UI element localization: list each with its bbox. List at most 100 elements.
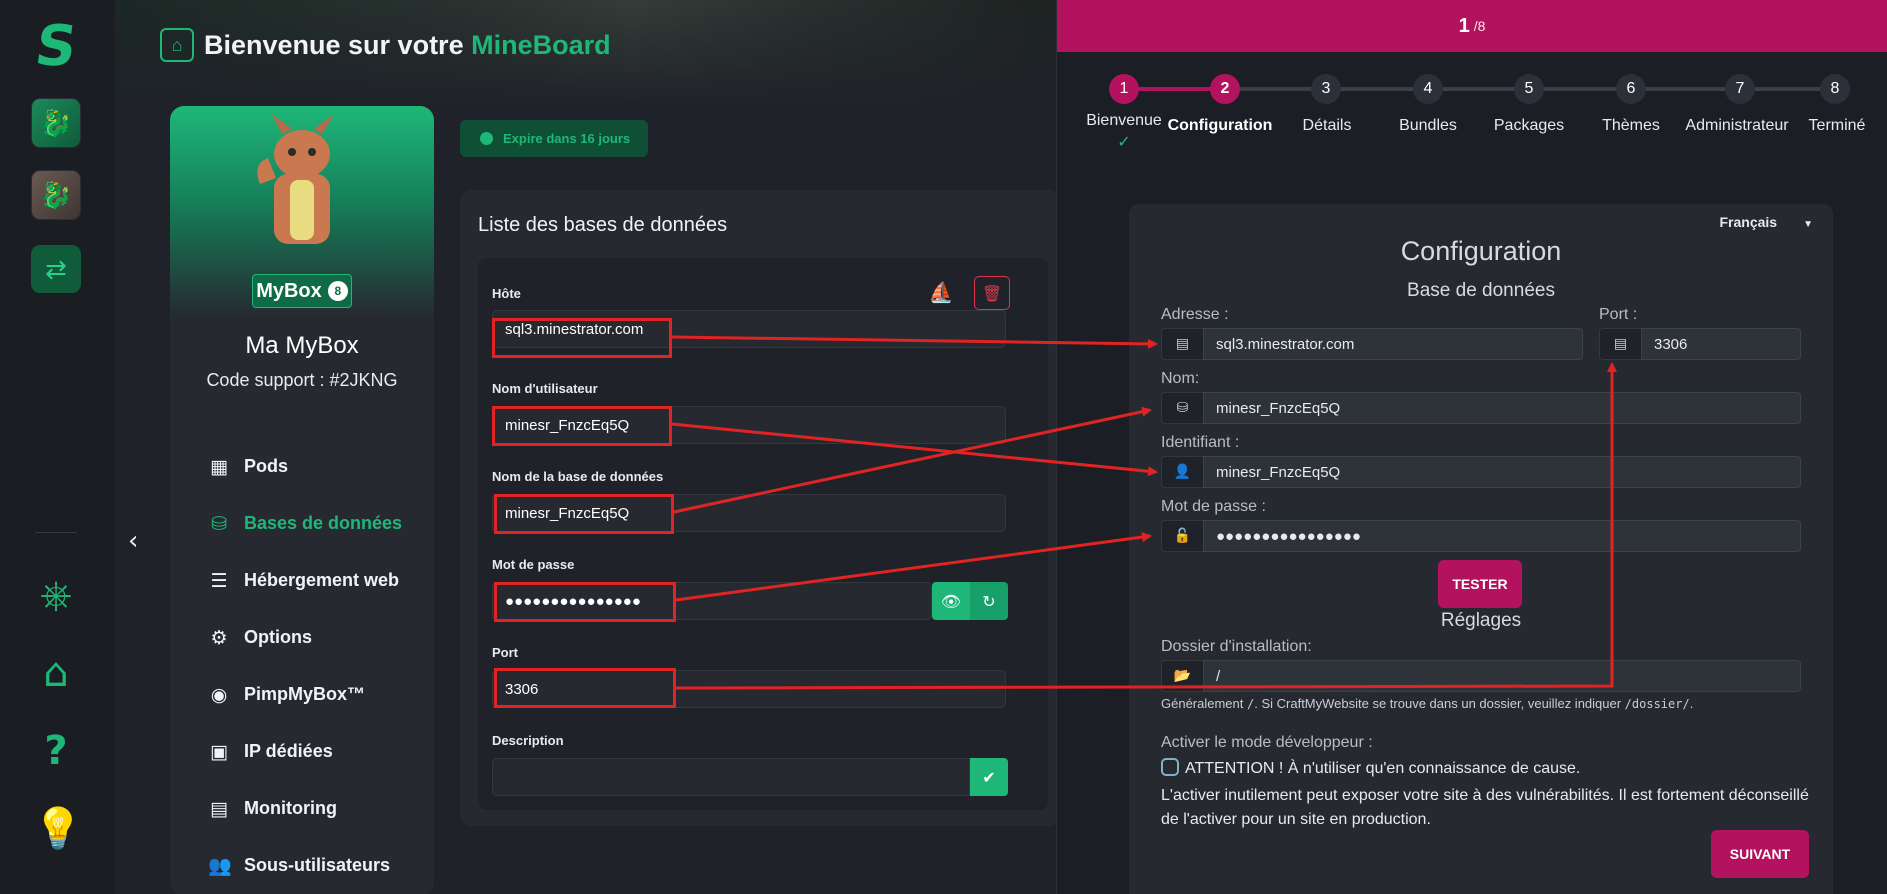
password-input[interactable]: ●●●●●●●●●●●●●●●●	[1203, 520, 1801, 552]
server-icon: ▤	[1599, 328, 1641, 360]
install-dir-value: /	[1216, 667, 1221, 685]
rail-divider	[35, 532, 77, 533]
host-label: Hôte	[492, 286, 521, 301]
password-value: ●●●●●●●●●●●●●●●●	[1216, 527, 1361, 545]
dev-mode-label: Activer le mode développeur :	[1161, 734, 1373, 751]
help-icon[interactable]: ?	[33, 728, 79, 774]
step-3[interactable]: 3	[1311, 74, 1341, 104]
step-7[interactable]: 7	[1725, 74, 1755, 104]
page-title: ⌂ Bienvenue sur votre MineBoard	[160, 28, 611, 62]
shop-icon[interactable]: ⌂	[33, 650, 79, 696]
language-value: Français	[1719, 214, 1778, 230]
mineboard-app: S 🐉 🐉 ⇄ ⎈ ⌂ ? 💡 ‹ ⌂ Bienvenue sur votre …	[0, 0, 1056, 894]
hint-text: .	[1689, 696, 1694, 711]
password-label: Mot de passe	[492, 557, 575, 572]
profile-card: MyBox 8 Ma MyBox Code support : #2JKNG ▦…	[170, 106, 434, 894]
address-input[interactable]: sql3.minestrator.com	[1203, 328, 1583, 360]
menu-item-pods[interactable]: ▦ Pods	[208, 438, 402, 495]
step-label-welcome: Bienvenue	[1086, 112, 1162, 129]
test-button[interactable]: TESTER	[1438, 560, 1522, 608]
show-password-eye-icon[interactable]: 👁	[932, 582, 970, 620]
port-value: 3306	[1654, 335, 1688, 353]
support-code: Code support : #2JKNG	[206, 370, 398, 390]
icon-rail: S 🐉 🐉 ⇄ ⎈ ⌂ ? 💡	[0, 0, 115, 894]
install-dir-input-group: 📂 /	[1161, 660, 1801, 692]
port-label: Port	[492, 645, 518, 660]
install-dir-input[interactable]: /	[1203, 660, 1801, 692]
install-wizard: 1 /8 1 2 3 4 5 6 7 8 Bienvenue ✓ Configu…	[1056, 0, 1887, 894]
step-5[interactable]: 5	[1514, 74, 1544, 104]
dbname-label: Nom de la base de données	[492, 469, 664, 484]
name-label: Nom:	[1161, 370, 1200, 387]
phpmyadmin-icon[interactable]: ⛵	[916, 280, 966, 308]
trash-icon[interactable]: 🗑	[974, 276, 1010, 310]
menu-label: Pods	[244, 456, 289, 476]
box-name: Ma MyBox	[245, 332, 359, 359]
step-2[interactable]: 2	[1210, 74, 1240, 104]
step-8[interactable]: 8	[1820, 74, 1850, 104]
progress-total: /8	[1473, 18, 1486, 34]
login-input[interactable]: minesr_FnzcEq5Q	[1203, 456, 1801, 488]
menu-label: PimpMyBox™	[244, 684, 366, 704]
step-number: 1	[1119, 80, 1129, 97]
step-label-themes: Thèmes	[1602, 117, 1660, 134]
step-label-admin: Administrateur	[1685, 117, 1789, 134]
hint-text: . Si CraftMyWebsite se trouve dans un do…	[1254, 696, 1625, 711]
next-button[interactable]: SUIVANT	[1711, 830, 1809, 878]
menu-item-dedicated-ip[interactable]: ▣ IP dédiées	[208, 723, 402, 780]
settings-section-title: Réglages	[1440, 610, 1522, 631]
menu-item-sub-users[interactable]: 👥 Sous-utilisateurs	[208, 837, 402, 894]
highlight-dbname	[494, 494, 674, 534]
hint-code: /dossier/	[1624, 697, 1690, 711]
gamepad-icon: ◉	[210, 683, 228, 706]
name-value: minesr_FnzcEq5Q	[1216, 399, 1341, 417]
regenerate-password-icon[interactable]: ↻	[970, 582, 1008, 620]
step-1[interactable]: 1	[1109, 74, 1139, 104]
name-input[interactable]: minesr_FnzcEq5Q	[1203, 392, 1801, 424]
menu-item-pimpmybox[interactable]: ◉ PimpMyBox™	[208, 666, 402, 723]
menu-item-web-hosting[interactable]: ☰ Hébergement web	[208, 552, 402, 609]
swap-icon[interactable]: ⇄	[31, 245, 81, 293]
address-label: Adresse :	[1161, 306, 1229, 323]
check-icon: ✓	[1117, 134, 1131, 151]
lightbulb-icon[interactable]: 💡	[33, 806, 83, 852]
collapse-chevron-icon[interactable]: ‹	[128, 526, 138, 556]
badge-name: MyBox	[256, 279, 322, 302]
username-label: Nom d'utilisateur	[492, 381, 598, 396]
server-icon: ▤	[1161, 328, 1203, 360]
password-label: Mot de passe :	[1161, 498, 1266, 515]
highlight-host	[492, 318, 672, 358]
dragon-mascot	[257, 114, 334, 244]
avatar-mybox[interactable]: 🐉	[31, 98, 81, 148]
step-6[interactable]: 6	[1616, 74, 1646, 104]
wheel-icon[interactable]: ⎈	[33, 572, 79, 618]
expiry-text: Expire dans 16 jours	[503, 131, 631, 146]
language-select[interactable]: Français ▼	[1720, 214, 1814, 230]
logo-icon[interactable]: S	[26, 14, 86, 79]
description-field[interactable]	[492, 758, 970, 796]
title-prefix: Bienvenue sur votre	[204, 29, 472, 60]
avatar-server[interactable]: 🐉	[31, 170, 81, 220]
name-input-group: ⛁ minesr_FnzcEq5Q	[1161, 392, 1801, 424]
save-check-icon[interactable]: ✔	[970, 758, 1008, 796]
step-4[interactable]: 4	[1413, 74, 1443, 104]
menu-item-options[interactable]: ⚙ Options	[208, 609, 402, 666]
database-icon: ⛁	[211, 512, 227, 535]
menu-item-databases[interactable]: ⛁ Bases de données	[208, 495, 402, 552]
port-input[interactable]: 3306	[1641, 328, 1801, 360]
menu-label: Monitoring	[244, 798, 337, 818]
home-icon[interactable]: ⌂	[160, 28, 194, 62]
menu-item-monitoring[interactable]: ▤ Monitoring	[208, 780, 402, 837]
menu-label: IP dédiées	[244, 741, 333, 761]
dev-warning-title: ATTENTION ! À n'utiliser qu'en connaissa…	[1185, 760, 1581, 777]
dev-mode-checkbox[interactable]	[1161, 758, 1179, 776]
highlight-port	[494, 668, 676, 708]
menu-label: Bases de données	[244, 513, 403, 533]
port-input-group: ▤ 3306	[1599, 328, 1801, 360]
boxes-icon: ▦	[210, 455, 228, 478]
description-label: Description	[492, 733, 564, 748]
ip-icon: ▣	[210, 740, 228, 763]
port-label: Port :	[1599, 306, 1638, 323]
step-number: 4	[1423, 80, 1433, 97]
badge-count: 8	[327, 281, 348, 301]
